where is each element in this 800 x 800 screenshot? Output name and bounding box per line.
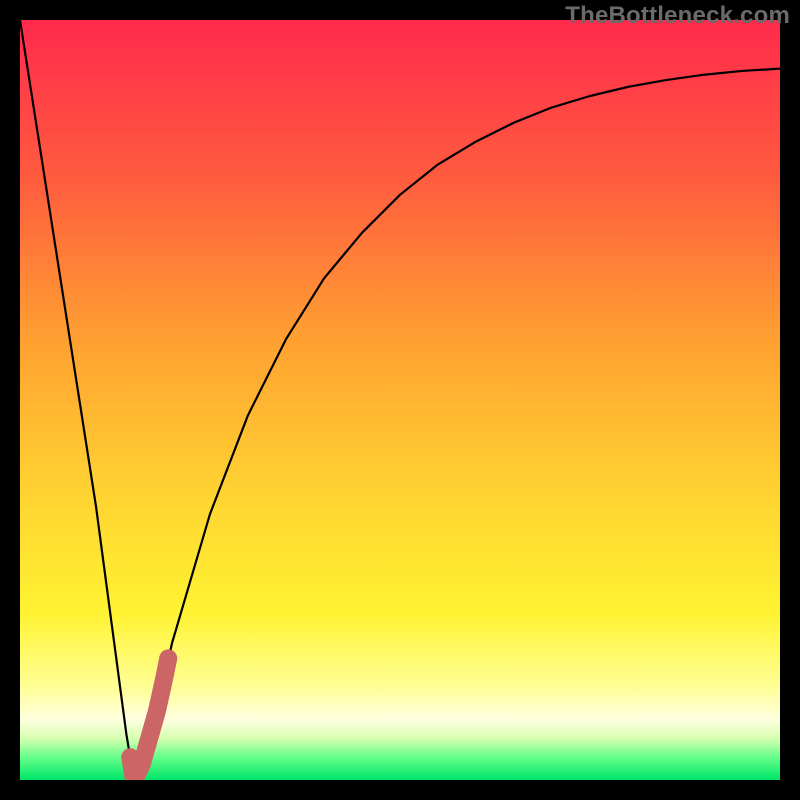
chart-frame: TheBottleneck.com bbox=[0, 0, 800, 800]
gradient-background bbox=[20, 20, 780, 780]
plot-svg bbox=[20, 20, 780, 780]
plot-area bbox=[20, 20, 780, 780]
watermark-text: TheBottleneck.com bbox=[565, 2, 790, 30]
